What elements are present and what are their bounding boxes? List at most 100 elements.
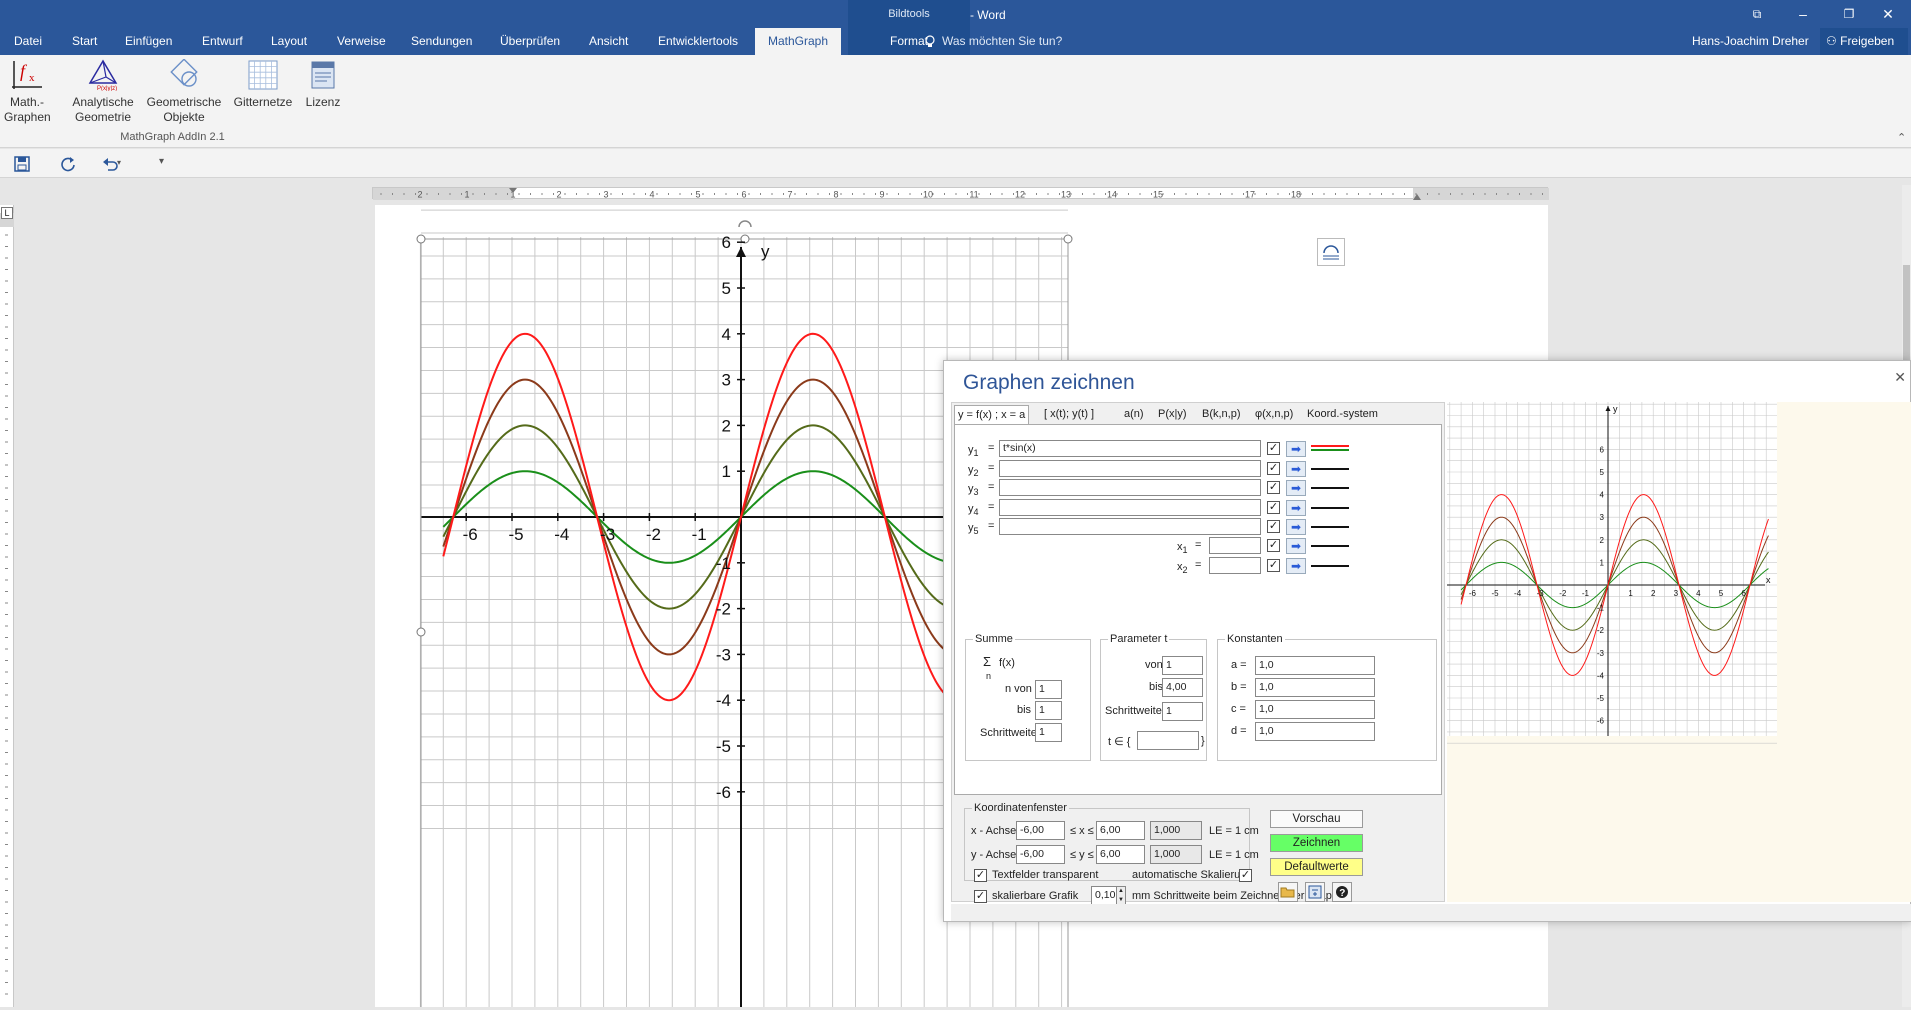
scalable-checkbox[interactable]: ✓ (974, 890, 987, 903)
konst-input-1[interactable]: 1,0 (1255, 656, 1375, 675)
analytische-geometrie-button[interactable]: P(x|y|z) Analytische Geometrie (68, 59, 138, 125)
auto-scale-checkbox[interactable]: ✓ (1239, 869, 1252, 882)
tab-layout[interactable]: Layout (271, 28, 307, 55)
tab-ueberpruefen[interactable]: Überprüfen (500, 28, 560, 55)
func-arrow-button-1[interactable]: ➡ (1286, 441, 1306, 457)
tab-start[interactable]: Start (72, 28, 97, 55)
param-schritt-input[interactable]: 1 (1162, 702, 1203, 721)
n-von-input[interactable]: 1 (1035, 680, 1062, 699)
minimize-button[interactable]: – (1780, 0, 1826, 28)
xline-arrow-button-1[interactable]: ➡ (1286, 538, 1306, 554)
func-checkbox-5[interactable]: ✓ (1267, 520, 1280, 533)
func-input-4[interactable] (999, 498, 1261, 516)
tab-binomial[interactable]: B(k,n,p) (1199, 405, 1244, 424)
step-spinner[interactable]: ▲ ▼ (1116, 886, 1126, 905)
tab-entwurf[interactable]: Entwurf (202, 28, 243, 55)
collapse-ribbon-icon[interactable]: ⌃ (1897, 131, 1906, 144)
summe-schritt-input[interactable]: 1 (1035, 723, 1062, 742)
tetrahedron-icon: P(x|y|z) (86, 59, 120, 92)
tab-points[interactable]: P(x|y) (1155, 405, 1190, 424)
tell-me-search[interactable]: Was möchten Sie tun? (942, 28, 1062, 55)
tab-yfx[interactable]: y = f(x) ; x = a (954, 405, 1030, 424)
func-arrow-button-5[interactable]: ➡ (1286, 519, 1306, 535)
close-button[interactable]: ✕ (1865, 0, 1911, 28)
defaultwerte-button[interactable]: Defaultwerte (1270, 858, 1363, 876)
param-set-input[interactable] (1137, 731, 1199, 750)
func-checkbox-2[interactable]: ✓ (1267, 461, 1280, 475)
prev-y-tick-label: 2 (1600, 536, 1605, 545)
xline-swatch-1[interactable] (1311, 545, 1349, 547)
horizontal-ruler: 2 1 1 2 3 4 5 6 7 8 9 10 11 12 13 14 15 17 18 (372, 187, 1549, 200)
y-scale-input[interactable]: 1,000 (1150, 845, 1202, 864)
konst-input-2[interactable]: 1,0 (1255, 678, 1375, 697)
tab-koord[interactable]: Koord.-system (1304, 405, 1381, 424)
vorschau-button[interactable]: Vorschau (1270, 810, 1363, 828)
y-min-input[interactable]: -6,00 (1016, 845, 1065, 864)
color-swatch-1a[interactable] (1311, 445, 1349, 447)
customize-qat-icon[interactable]: ▾ (159, 156, 164, 167)
help-icon[interactable]: ? (1332, 882, 1352, 902)
tab-parametric[interactable]: [ x(t); y(t) ] (1041, 405, 1097, 424)
tab-sendungen[interactable]: Sendungen (411, 28, 472, 55)
undo-icon[interactable]: ▾ (102, 156, 122, 172)
func-arrow-button-2[interactable]: ➡ (1286, 460, 1306, 477)
func-input-3[interactable] (999, 479, 1261, 496)
summe-bis-input[interactable]: 1 (1035, 701, 1062, 720)
func-arrow-button-4[interactable]: ➡ (1286, 499, 1306, 516)
param-bis-input[interactable]: 4,00 (1162, 678, 1203, 697)
share-button[interactable]: ⚇ Freigeben (1820, 28, 1908, 55)
func-checkbox-3[interactable]: ✓ (1267, 481, 1280, 494)
zeichnen-button[interactable]: Zeichnen (1270, 834, 1363, 852)
geometrische-objekte-button[interactable]: Geometrische Objekte (145, 58, 223, 125)
tab-selector-icon[interactable]: L (1, 207, 13, 219)
konst-input-4[interactable]: 1,0 (1255, 722, 1375, 741)
color-swatch-2[interactable] (1311, 467, 1349, 470)
ribbon-display-options-icon[interactable]: ⧉ (1734, 0, 1780, 28)
func-input-2[interactable] (999, 459, 1261, 477)
xline-arrow-button-2[interactable]: ➡ (1286, 558, 1306, 574)
math-graphen-button[interactable]: fx Math.- Graphen (4, 59, 51, 125)
xline-swatch-2[interactable] (1311, 565, 1349, 567)
save-icon[interactable] (14, 156, 30, 172)
xline-checkbox-1[interactable]: ✓ (1267, 539, 1280, 552)
x-le-label: LE = 1 cm (1209, 825, 1259, 837)
konst-input-3[interactable]: 1,0 (1255, 700, 1375, 719)
color-swatch-3[interactable] (1311, 487, 1349, 489)
func-input-5[interactable] (999, 518, 1261, 535)
tab-entwicklertools[interactable]: Entwicklertools (658, 28, 738, 55)
ruler-mark: 17 (1245, 190, 1255, 200)
redo-icon[interactable] (60, 156, 76, 172)
tab-einfuegen[interactable]: Einfügen (125, 28, 172, 55)
x-leq-label: ≤ x ≤ (1070, 825, 1094, 837)
color-swatch-1b[interactable] (1311, 449, 1349, 451)
tab-normal[interactable]: φ(x,n,p) (1252, 405, 1296, 424)
xline-checkbox-2[interactable]: ✓ (1267, 559, 1280, 572)
layout-options-icon[interactable] (1317, 238, 1345, 266)
open-folder-icon[interactable] (1278, 882, 1298, 902)
tab-ansicht[interactable]: Ansicht (589, 28, 628, 55)
lizenz-button[interactable]: Lizenz (300, 59, 346, 110)
xline-input-1[interactable] (1209, 537, 1261, 554)
ruler-mark: 6 (741, 190, 746, 200)
color-swatch-5[interactable] (1311, 526, 1349, 528)
func-input-1[interactable]: t*sin(x) (999, 440, 1261, 457)
calculator-icon[interactable] (1305, 882, 1325, 902)
param-von-input[interactable]: 1 (1162, 656, 1203, 675)
gitternetze-button[interactable]: Gitternetze (231, 59, 295, 110)
x-scale-input[interactable]: 1,000 (1150, 821, 1202, 840)
tab-datei[interactable]: Datei (14, 28, 42, 55)
dialog-close-icon[interactable]: ✕ (1894, 369, 1906, 386)
func-arrow-button-3[interactable]: ➡ (1286, 480, 1306, 496)
user-name[interactable]: Hans-Joachim Dreher (1692, 28, 1809, 55)
transparent-checkbox[interactable]: ✓ (974, 869, 987, 882)
y-max-input[interactable]: 6,00 (1096, 845, 1145, 864)
xline-input-2[interactable] (1209, 557, 1261, 574)
color-swatch-4[interactable] (1311, 506, 1349, 509)
func-checkbox-1[interactable]: ✓ (1267, 442, 1280, 455)
x-min-input[interactable]: -6,00 (1016, 821, 1065, 840)
func-checkbox-4[interactable]: ✓ (1267, 500, 1280, 514)
tab-mathgraph[interactable]: MathGraph (755, 28, 841, 55)
x-max-input[interactable]: 6,00 (1096, 821, 1145, 840)
tab-verweise[interactable]: Verweise (337, 28, 386, 55)
tab-sequence[interactable]: a(n) (1121, 405, 1147, 424)
